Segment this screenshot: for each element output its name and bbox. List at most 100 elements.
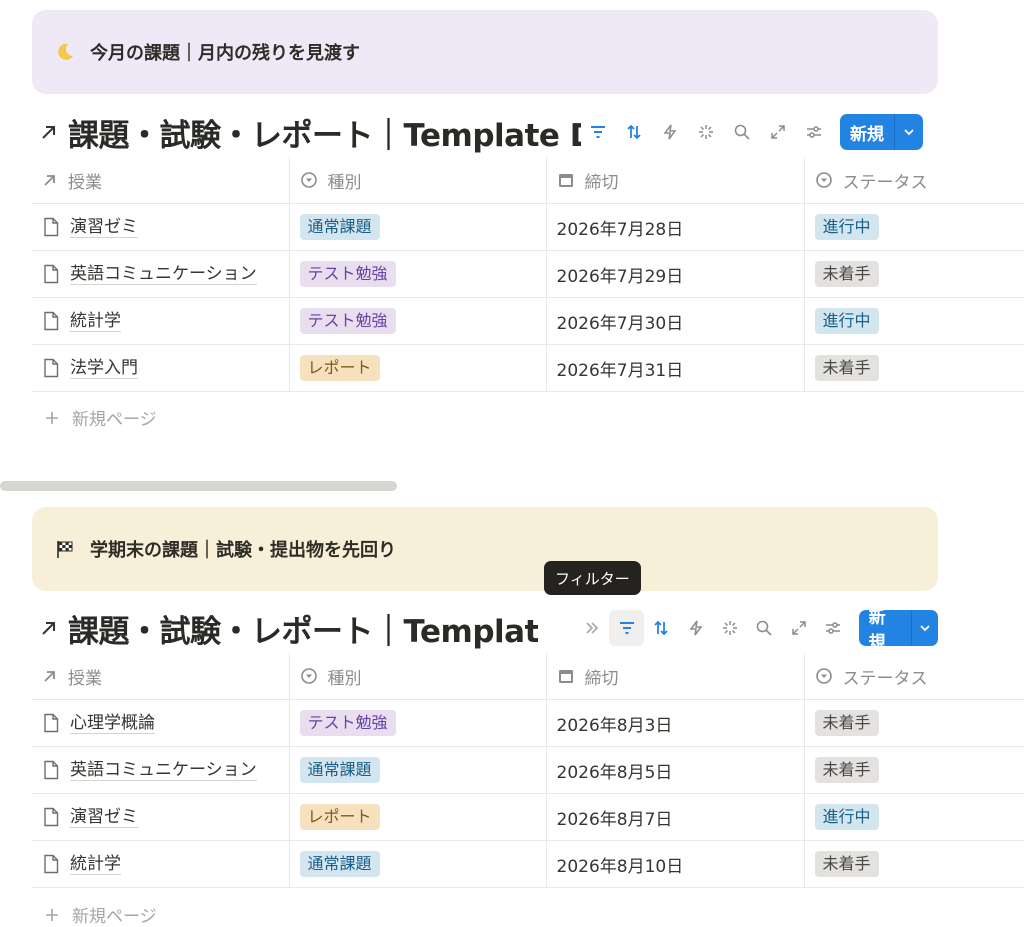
callout-this-month: 今月の課題｜月内の残りを見渡す [32, 10, 938, 94]
calendar-icon [558, 174, 573, 187]
column-header-type[interactable]: 種別 [288, 652, 546, 700]
search-button[interactable] [747, 610, 781, 646]
database-table: 授業 種別 締切 ステータス 演習ゼミ 通常課題 2026年7月28日 進行中 … [32, 156, 1024, 392]
expand-icon [771, 125, 785, 139]
row-title[interactable]: 統計学 [70, 854, 121, 875]
column-header-class[interactable]: 授業 [32, 156, 289, 204]
chevron-down-icon[interactable] [912, 610, 938, 646]
status-badge: 未着手 [814, 710, 879, 736]
table-row[interactable]: 演習ゼミ レポート 2026年8月7日 進行中 [32, 793, 1024, 841]
database-title[interactable]: 課題・試験・レポート｜Template Database [68, 110, 581, 155]
callout-text: 今月の課題｜月内の残りを見渡す [90, 43, 360, 64]
status-badge: 進行中 [814, 804, 879, 830]
row-title[interactable]: 統計学 [70, 311, 121, 332]
type-tag: テスト勉強 [299, 308, 396, 334]
status-badge: 未着手 [814, 757, 879, 783]
table-row[interactable]: 演習ゼミ 通常課題 2026年7月28日 進行中 [32, 203, 1024, 251]
status-icon [815, 172, 832, 188]
due-date: 2026年8月3日 [556, 715, 673, 736]
due-date: 2026年7月31日 [556, 360, 684, 381]
row-title[interactable]: 演習ゼミ [70, 807, 138, 828]
new-button-label[interactable]: 新規 [840, 114, 894, 150]
filter-icon [591, 126, 605, 138]
sort-icon [654, 620, 668, 636]
row-title[interactable]: 演習ゼミ [70, 217, 138, 238]
page-icon [44, 264, 59, 284]
plus-icon [46, 908, 58, 921]
database-title[interactable]: 課題・試験・レポート｜Template Database [68, 606, 538, 651]
row-title[interactable]: 法学入門 [70, 358, 138, 379]
column-header-due[interactable]: 締切 [545, 652, 804, 700]
sparkle-icon [723, 621, 738, 635]
automation-button[interactable] [652, 114, 688, 150]
callout-text: 学期末の課題｜試験・提出物を先回り [90, 540, 396, 561]
checkered-flag-icon [54, 538, 76, 560]
sort-button[interactable] [644, 610, 678, 646]
type-tag: レポート [299, 804, 380, 830]
due-date: 2026年7月30日 [556, 313, 684, 334]
horizontal-scrollbar[interactable] [0, 481, 397, 491]
type-tag: 通常課題 [299, 214, 380, 240]
due-date: 2026年8月10日 [556, 856, 684, 877]
row-title[interactable]: 心理学概論 [70, 713, 155, 734]
column-header-status[interactable]: ステータス [803, 156, 1024, 204]
row-title[interactable]: 英語コミュニケーション [70, 760, 257, 781]
callout-term-end: 学期末の課題｜試験・提出物を先回り [32, 507, 938, 591]
double-chevron-right-icon [586, 622, 599, 634]
table-header-row: 授業 種別 締切 ステータス [32, 652, 1024, 700]
row-title[interactable]: 英語コミュニケーション [70, 264, 257, 285]
table-row[interactable]: 統計学 通常課題 2026年8月10日 未着手 [32, 840, 1024, 888]
filter-icon [619, 622, 634, 634]
add-page-button[interactable]: 新規ページ [44, 405, 157, 430]
due-date: 2026年8月7日 [556, 809, 673, 830]
status-badge: 進行中 [814, 308, 879, 334]
column-header-class[interactable]: 授業 [32, 652, 289, 700]
column-header-type[interactable]: 種別 [288, 156, 546, 204]
page-icon [44, 760, 59, 780]
settings-button[interactable] [796, 114, 832, 150]
automation-button[interactable] [678, 610, 712, 646]
filter-button[interactable] [580, 114, 616, 150]
lightning-icon [663, 124, 677, 140]
page-icon [44, 358, 59, 378]
table-row[interactable]: 英語コミュニケーション 通常課題 2026年8月5日 未着手 [32, 746, 1024, 794]
table-header-row: 授業 種別 締切 ステータス [32, 156, 1024, 204]
table-row[interactable]: 心理学概論 テスト勉強 2026年8月3日 未着手 [32, 699, 1024, 747]
database-table: 授業 種別 締切 ステータス 心理学概論 テスト勉強 2026年8月3日 未着手… [32, 652, 1024, 888]
due-date: 2026年7月28日 [556, 219, 684, 240]
column-header-due[interactable]: 締切 [545, 156, 804, 204]
sort-button[interactable] [616, 114, 652, 150]
ai-button[interactable] [713, 610, 747, 646]
settings-button[interactable] [816, 610, 850, 646]
crescent-moon-icon [54, 41, 76, 63]
status-badge: 進行中 [814, 214, 879, 240]
page-icon [44, 713, 59, 733]
sort-icon [627, 124, 641, 140]
new-button[interactable]: 新規 [840, 114, 923, 150]
search-icon [757, 620, 773, 636]
expand-icon [792, 621, 806, 635]
select-icon [300, 668, 317, 684]
more-views-button[interactable] [575, 610, 609, 646]
table-row[interactable]: 英語コミュニケーション テスト勉強 2026年7月29日 未着手 [32, 250, 1024, 298]
expand-button[interactable] [782, 610, 816, 646]
page-icon [44, 807, 59, 827]
filter-button[interactable] [609, 610, 644, 646]
sparkle-icon [699, 125, 713, 139]
status-icon [815, 668, 832, 684]
table-row[interactable]: 統計学 テスト勉強 2026年7月30日 進行中 [32, 297, 1024, 345]
expand-button[interactable] [760, 114, 796, 150]
new-button[interactable]: 新規 [858, 608, 939, 653]
relation-arrow-icon [44, 175, 55, 186]
table-row[interactable]: 法学入門 レポート 2026年7月31日 未着手 [32, 344, 1024, 392]
lightning-icon [689, 620, 703, 636]
add-page-button[interactable]: 新規ページ [44, 902, 157, 927]
ai-button[interactable] [688, 114, 724, 150]
linked-db-arrow-icon [42, 622, 55, 635]
new-button-label[interactable]: 新規 [859, 608, 911, 653]
search-button[interactable] [724, 114, 760, 150]
column-header-status[interactable]: ステータス [803, 652, 1024, 700]
chevron-down-icon[interactable] [895, 114, 923, 150]
select-icon [300, 172, 317, 188]
status-badge: 未着手 [814, 851, 879, 877]
